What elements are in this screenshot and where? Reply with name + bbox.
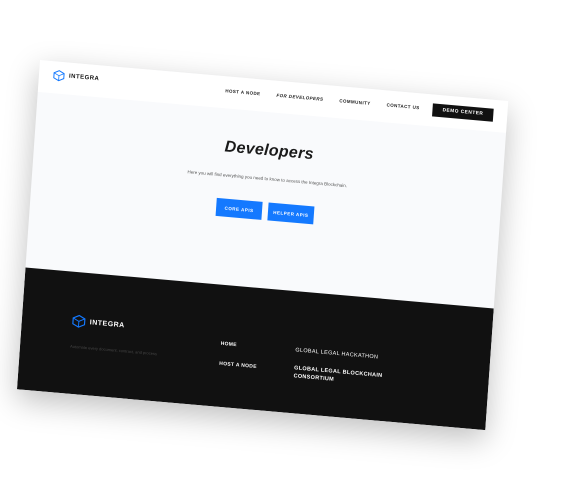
nav-for-developers[interactable]: FOR DEVELOPERS (276, 93, 323, 102)
footer-logo[interactable]: INTEGRA (71, 314, 125, 333)
demo-center-button[interactable]: DEMO CENTER (432, 103, 494, 122)
core-apis-button[interactable]: CORE APIS (215, 197, 263, 220)
integra-cube-icon (72, 314, 86, 328)
integra-cube-icon (53, 70, 65, 82)
footer-links-primary: HOME HOST A NODE (219, 341, 258, 370)
footer-links-secondary: GLOBAL LEGAL HACKATHON GLOBAL LEGAL BLOC… (293, 347, 385, 388)
top-navigation-bar: INTEGRA HOST A NODE FOR DEVELOPERS COMMU… (37, 60, 509, 133)
nav-host-a-node[interactable]: HOST A NODE (225, 88, 261, 96)
footer-link-consortium[interactable]: GLOBAL LEGAL BLOCKCHAIN CONSORTIUM (293, 365, 384, 388)
footer: INTEGRA Automate every document, contrac… (16, 267, 494, 431)
nav-community[interactable]: COMMUNITY (339, 98, 371, 106)
footer-link-home[interactable]: HOME (220, 341, 258, 350)
footer-brand-name: INTEGRA (89, 318, 125, 329)
brand-logo[interactable]: INTEGRA (53, 69, 100, 85)
footer-link-host-a-node[interactable]: HOST A NODE (219, 361, 257, 370)
helper-apis-button[interactable]: HELPER APIS (267, 202, 315, 225)
page-title: Developers (224, 138, 315, 164)
nav-contact-us[interactable]: CONTACT US (386, 102, 419, 110)
footer-link-hackathon[interactable]: GLOBAL LEGAL HACKATHON (295, 347, 385, 361)
main-nav: HOST A NODE FOR DEVELOPERS COMMUNITY CON… (225, 88, 420, 110)
website-mockup: INTEGRA HOST A NODE FOR DEVELOPERS COMMU… (16, 60, 509, 431)
footer-tagline: Automate every document, contract, and p… (69, 343, 158, 357)
brand-name: INTEGRA (68, 73, 100, 83)
